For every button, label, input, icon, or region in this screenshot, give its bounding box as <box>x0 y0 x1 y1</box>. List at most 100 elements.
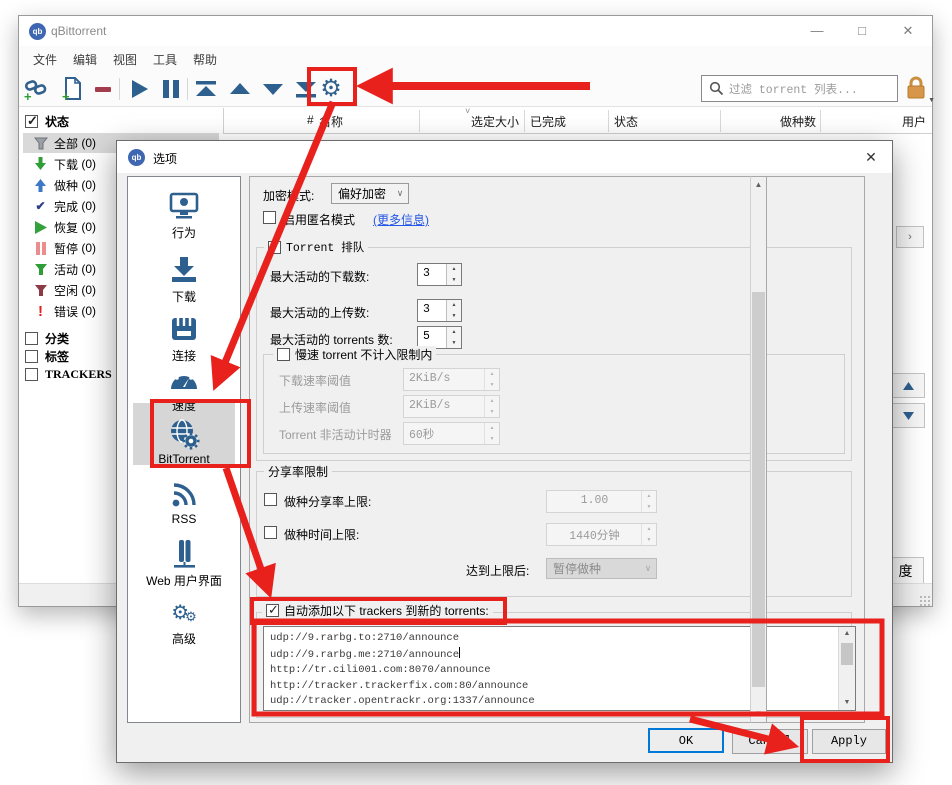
options-button[interactable]: ⚙ <box>317 75 345 103</box>
play-icon <box>127 77 151 101</box>
nav-advanced[interactable]: ⚙⚙ 高级 <box>129 595 239 647</box>
seed-ratio-limit-checkbox[interactable] <box>264 493 277 506</box>
scroll-down-icon[interactable]: ▼ <box>751 706 766 722</box>
bottom-priority-button[interactable] <box>292 75 320 103</box>
qbittorrent-logo-icon: qb <box>128 149 145 166</box>
scroll-down-icon[interactable]: ▼ <box>839 696 855 710</box>
upload-rate-threshold-label: 上传速率阈值 <box>279 399 351 416</box>
qbittorrent-logo-icon: qb <box>29 23 46 40</box>
share-ratio-legend: 分享率限制 <box>264 463 332 480</box>
close-button[interactable]: ✕ <box>887 16 929 46</box>
delete-button[interactable] <box>89 75 117 103</box>
filter-lock-button[interactable]: ▼ <box>905 76 931 102</box>
scroll-up-icon[interactable]: ▲ <box>751 177 766 193</box>
more-information-link[interactable]: (更多信息) <box>373 211 429 228</box>
menu-tools[interactable]: 工具 <box>147 50 183 68</box>
seed-time-limit-spinner[interactable]: 1440分钟 ▲▼ <box>546 523 657 546</box>
column-user[interactable]: 用户 <box>864 113 926 130</box>
upload-arrow-icon <box>33 178 48 192</box>
filter-status-header[interactable]: 状态 <box>23 111 219 131</box>
add-torrent-link-button[interactable]: + <box>22 75 50 103</box>
nav-behavior[interactable]: 行为 <box>129 189 239 241</box>
chevron-down-icon: ∨ <box>392 188 408 199</box>
scroll-columns-right-button[interactable]: › <box>896 226 924 248</box>
nav-downloads[interactable]: 下载 <box>129 253 239 305</box>
nav-speed[interactable]: 速度 <box>129 362 239 414</box>
maximize-button[interactable]: □ <box>841 16 883 46</box>
torrent-filter-input[interactable]: 过滤 torrent 列表... <box>701 75 898 102</box>
toolbar-separator <box>119 78 120 100</box>
top-priority-button[interactable] <box>192 75 220 103</box>
funnel-icon <box>33 283 48 297</box>
tags-checkbox[interactable] <box>25 350 38 363</box>
menu-view[interactable]: 视图 <box>107 50 143 68</box>
seed-time-limit-checkbox[interactable] <box>264 526 277 539</box>
pause-button[interactable] <box>157 75 185 103</box>
apply-button[interactable]: Apply <box>812 729 886 754</box>
seed-time-limit-label: 做种时间上限: <box>284 526 359 543</box>
max-active-uploads-spinner[interactable]: 3 ▲▼ <box>417 299 462 322</box>
seed-ratio-limit-spinner[interactable]: 1.00 ▲▼ <box>546 490 657 513</box>
nav-rss[interactable]: RSS <box>129 477 239 526</box>
torrent-table-header: ˅ # 名称 选定大小 已完成 状态 做种数 用户 <box>223 108 932 134</box>
behavior-icon <box>166 189 202 223</box>
column-selected-size[interactable]: 选定大小 <box>464 113 519 130</box>
move-down-side-button[interactable] <box>892 403 925 428</box>
exclamation-icon: ! <box>33 304 48 318</box>
minimize-button[interactable]: — <box>796 16 838 46</box>
move-down-button[interactable] <box>259 75 287 103</box>
menu-edit[interactable]: 编辑 <box>67 50 103 68</box>
menu-file[interactable]: 文件 <box>27 50 63 68</box>
auto-trackers-legend: 自动添加以下 trackers 到新的 torrents: <box>262 602 493 619</box>
dialog-close-button[interactable]: ✕ <box>856 145 886 169</box>
column-seeds[interactable]: 做种数 <box>754 113 816 130</box>
textarea-scrollbar[interactable]: ▲ ▼ <box>838 627 855 710</box>
add-file-icon: + <box>59 76 85 102</box>
add-torrent-file-button[interactable]: + <box>58 75 86 103</box>
slow-torrents-checkbox[interactable] <box>277 348 290 361</box>
arrow-down-icon <box>261 77 285 101</box>
anonymous-mode-checkbox[interactable] <box>263 211 276 224</box>
arrow-up-icon <box>902 381 915 391</box>
auto-trackers-checkbox[interactable] <box>266 604 279 617</box>
status-checkbox[interactable] <box>25 115 38 128</box>
webui-icon <box>166 537 202 571</box>
column-status[interactable]: 状态 <box>614 113 638 130</box>
menu-help[interactable]: 帮助 <box>187 50 223 68</box>
connection-icon <box>166 312 202 346</box>
max-active-downloads-spinner[interactable]: 3 ▲▼ <box>417 263 462 286</box>
nav-connection[interactable]: 连接 <box>129 312 239 364</box>
dialog-titlebar[interactable]: qb 选项 ✕ <box>117 141 892 173</box>
inactivity-timer-label: Torrent 非活动计时器 <box>279 426 392 443</box>
dialog-scrollbar[interactable]: ▲ ▼ <box>750 176 767 723</box>
inactivity-timer-spinner[interactable]: 60秒 ▲▼ <box>403 422 500 445</box>
scrollbar-thumb[interactable] <box>752 292 765 687</box>
cancel-button[interactable]: Cancel <box>732 729 808 754</box>
move-up-side-button[interactable] <box>892 373 925 398</box>
encryption-mode-select[interactable]: 偏好加密 ∨ <box>331 183 409 204</box>
resize-grip[interactable] <box>919 595 931 607</box>
upload-rate-threshold-spinner[interactable]: 2KiB/s ▲▼ <box>403 395 500 418</box>
scrollbar-thumb[interactable] <box>841 643 853 665</box>
move-top-icon <box>193 76 219 102</box>
column-name[interactable]: 名称 <box>319 113 343 130</box>
trackers-checkbox[interactable] <box>25 368 38 381</box>
anonymous-mode-label: 启用匿名模式 <box>283 211 355 228</box>
nav-webui[interactable]: Web 用户界面 <box>129 537 239 589</box>
torrent-queueing-checkbox[interactable] <box>268 241 281 254</box>
download-rate-threshold-spinner[interactable]: 2KiB/s ▲▼ <box>403 368 500 391</box>
move-up-button[interactable] <box>226 75 254 103</box>
column-number[interactable]: # <box>307 113 314 127</box>
resume-button[interactable] <box>125 75 153 103</box>
categories-checkbox[interactable] <box>25 332 38 345</box>
limit-reached-action-select[interactable]: 暂停做种 ∨ <box>546 558 657 579</box>
ok-button[interactable]: OK <box>648 728 724 753</box>
window-title: qBittorrent <box>51 24 106 38</box>
trackers-textarea[interactable]: udp://9.rarbg.to:2710/announce udp://9.r… <box>263 626 856 711</box>
delete-minus-icon <box>92 78 114 100</box>
column-completed[interactable]: 已完成 <box>530 113 566 130</box>
scroll-up-icon[interactable]: ▲ <box>839 627 855 641</box>
main-titlebar[interactable]: qb qBittorrent — □ ✕ <box>19 16 932 46</box>
nav-bittorrent[interactable]: BitTorrent <box>129 417 239 466</box>
downloads-icon <box>166 253 202 287</box>
